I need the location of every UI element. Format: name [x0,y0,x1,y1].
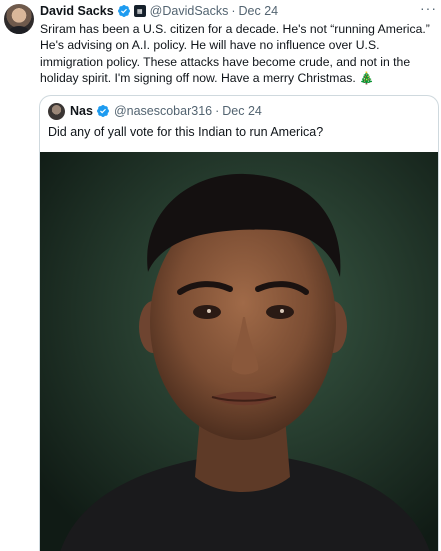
more-options-icon[interactable]: ··· [420,0,437,16]
verified-badge-icon [96,104,110,118]
tweet-date[interactable]: Dec 24 [239,4,279,18]
quoted-tweet-header: Nas @nasescobar316 · Dec 24 [48,102,262,120]
tweet-text: Sriram has been a U.S. citizen for a dec… [40,21,438,87]
quoted-author-avatar [48,102,65,120]
quoted-tweet-date: Dec 24 [222,104,262,118]
quoted-tweet-text: Did any of yall vote for this Indian to … [48,125,324,139]
quoted-author-handle: @nasescobar316 [113,104,213,118]
portrait-illustration [40,152,438,551]
quoted-author-name: Nas [70,104,93,118]
separator-dot: · [215,104,220,118]
author-handle[interactable]: @DavidSacks [150,4,229,18]
christmas-tree-emoji: 🎄 [359,71,375,86]
affiliation-badge-icon[interactable]: ▦ [133,5,146,17]
author-avatar[interactable] [4,4,34,34]
quoted-tweet-photo[interactable] [40,152,438,551]
author-name[interactable]: David Sacks [40,4,114,18]
separator-dot: · [231,4,236,18]
quoted-tweet[interactable]: Nas @nasescobar316 · Dec 24 Did any of y… [39,95,439,551]
verified-badge-icon [117,4,131,18]
tweet-header: David Sacks ▦ @DavidSacks · Dec 24 ··· [40,0,437,20]
